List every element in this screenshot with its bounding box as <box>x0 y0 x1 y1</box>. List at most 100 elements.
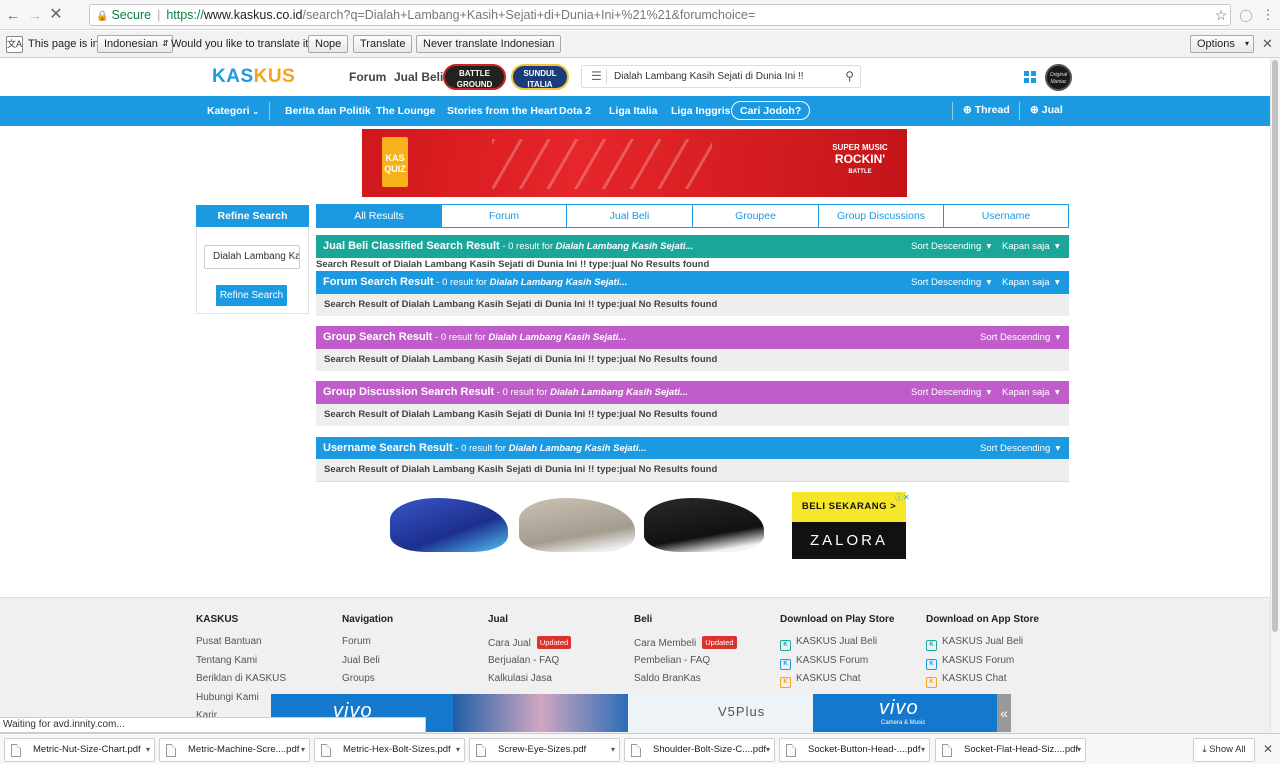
download-item[interactable]: Screw-Eye-Sizes.pdf ▾ <box>469 738 620 762</box>
footer-link[interactable]: K KASKUS Chat <box>780 673 860 688</box>
menu-dots-icon[interactable]: ⋮ <box>1260 7 1276 23</box>
tab-group-discussions[interactable]: Group Discussions <box>818 204 944 228</box>
tab-forum[interactable]: Forum <box>441 204 567 228</box>
group-discussion-result-header: Group Discussion Search Result - 0 resul… <box>316 381 1069 404</box>
footer-link[interactable]: Groups <box>342 673 375 684</box>
nav-liga-italia[interactable]: Liga Italia <box>609 105 657 117</box>
sort-dropdown[interactable]: Sort Descending ▾ <box>980 332 1060 343</box>
refine-search-input[interactable]: Dialah Lambang Kasih Sejati di Dunia Ini… <box>204 245 300 269</box>
collapse-ad-icon[interactable]: « <box>997 694 1011 732</box>
forward-arrow-icon[interactable]: → <box>27 7 43 23</box>
nav-the-lounge[interactable]: The Lounge <box>376 105 436 117</box>
zalora-cta[interactable]: BELI SEKARANG > ZALORA ⓘ✕ <box>792 492 910 559</box>
footer-link[interactable]: Tentang Kami <box>196 655 257 666</box>
back-arrow-icon[interactable]: ← <box>5 7 21 23</box>
sort-dropdown[interactable]: Sort Descending ▾ <box>980 443 1060 454</box>
create-thread-button[interactable]: ⊕ Thread <box>963 104 1010 116</box>
footer-kaskus-title: KASKUS <box>196 614 239 625</box>
tab-all-results[interactable]: All Results <box>316 204 442 228</box>
footer-link[interactable]: K KASKUS Forum <box>780 655 868 670</box>
user-avatar[interactable]: Original Maniac <box>1045 64 1072 91</box>
kasquiz-banner[interactable]: KAS QUIZ SUPER MUSIC ROCKIN' BATTLE <box>362 129 907 197</box>
footer-link[interactable]: Beriklan di KASKUS <box>196 673 286 684</box>
caret-down-icon: ▾ <box>455 745 460 754</box>
tab-jual-beli[interactable]: Jual Beli <box>566 204 693 228</box>
section-query: Dialah Lambang Kasih Sejati... <box>508 443 647 454</box>
download-item[interactable]: Shoulder-Bolt-Size-C....pdf ▾ <box>624 738 775 762</box>
address-bar[interactable]: 🔒 Secure | https://www.kaskus.co.id/search?… <box>89 4 1231 26</box>
refine-search-button[interactable]: Refine Search <box>216 285 287 306</box>
download-item[interactable]: Socket-Flat-Head-Siz....pdf ▾ <box>935 738 1086 762</box>
footer-link[interactable]: K KASKUS Jual Beli <box>780 636 877 651</box>
footer-link[interactable]: Cara Membeli Updated <box>634 636 737 649</box>
nav-berita-politik[interactable]: Berita dan Politik <box>285 105 371 117</box>
time-dropdown[interactable]: Kapan saja ▾ <box>1002 387 1060 398</box>
scrollbar-thumb[interactable] <box>1272 60 1278 632</box>
bookmark-star-icon[interactable]: ☆ <box>1213 7 1229 23</box>
nope-button[interactable]: Nope <box>308 35 349 53</box>
time-dropdown[interactable]: Kapan saja ▾ <box>1002 277 1060 288</box>
download-shelf: Metric-Nut-Size-Chart.pdf ▾ Metric-Machin… <box>0 733 1280 764</box>
caret-down-icon: ▾ <box>145 745 150 754</box>
close-shelf-icon[interactable]: ✕ <box>1263 742 1273 756</box>
header-jual-beli-link[interactable]: Jual Beli <box>394 70 443 84</box>
close-translate-icon[interactable]: ✕ <box>1262 36 1273 52</box>
profile-icon[interactable]: ◯ <box>1238 7 1254 23</box>
show-all-downloads-button[interactable]: ⤓ Show All <box>1193 738 1255 762</box>
section-query: Dialah Lambang Kasih Sejati... <box>489 277 628 288</box>
caret-down-icon: ▾ <box>1076 745 1081 754</box>
footer-link[interactable]: Cara Jual Updated <box>488 636 572 649</box>
footer-link[interactable]: Pusat Bantuan <box>196 636 262 647</box>
stop-loading-icon[interactable]: ✕ <box>48 7 64 23</box>
header-search-input[interactable]: Dialah Lambang Kasih Sejati di Dunia Ini… <box>614 71 804 82</box>
sort-dropdown[interactable]: Sort Descending ▾ <box>911 241 991 252</box>
beli-sekarang-button[interactable]: BELI SEKARANG > <box>792 492 906 522</box>
caret-down-icon: ▾ <box>610 745 615 754</box>
caret-down-icon: ▾ <box>986 387 992 398</box>
footer-link[interactable]: Hubungi Kami <box>196 692 259 703</box>
hamburger-menu-icon[interactable]: ☰ <box>591 70 603 82</box>
search-icon[interactable]: ⚲ <box>845 69 854 83</box>
cari-jodoh-button[interactable]: Cari Jodoh? <box>731 101 811 120</box>
footer-link[interactable]: K KASKUS Jual Beli <box>926 636 1023 651</box>
create-jual-button[interactable]: ⊕ Jual <box>1030 104 1063 116</box>
options-select[interactable]: Options ▾ <box>1190 35 1254 53</box>
footer-link[interactable]: Forum <box>342 636 371 647</box>
caret-down-icon: ▾ <box>765 745 770 754</box>
nav-kategori[interactable]: Kategori ⌄ <box>207 105 259 117</box>
sort-dropdown[interactable]: Sort Descending ▾ <box>911 277 991 288</box>
header-forum-link[interactable]: Forum <box>349 70 386 84</box>
nav-liga-inggris[interactable]: Liga Inggris <box>671 105 731 117</box>
footer-link[interactable]: K KASKUS Forum <box>926 655 1014 670</box>
battleground-badge[interactable]: BATTLE GROUND <box>443 64 506 90</box>
tab-groupee[interactable]: Groupee <box>692 204 819 228</box>
translate-button[interactable]: Translate <box>353 35 413 53</box>
footer-link[interactable]: Saldo BranKas <box>634 673 701 684</box>
footer-link[interactable]: K KASKUS Chat <box>926 673 1006 688</box>
download-item[interactable]: Metric-Hex-Bolt-Sizes.pdf ▾ <box>314 738 465 762</box>
download-item[interactable]: Metric-Nut-Size-Chart.pdf ▾ <box>4 738 155 762</box>
caret-down-icon: ▾ <box>1054 277 1060 288</box>
footer-link[interactable]: Jual Beli <box>342 655 380 666</box>
section-query: Dialah Lambang Kasih Sejati... <box>488 332 627 343</box>
never-translate-button[interactable]: Never translate Indonesian <box>416 35 562 53</box>
language-select[interactable]: Indonesian ⇵ <box>97 35 173 53</box>
translate-prefix: This page is in <box>28 38 99 50</box>
time-dropdown[interactable]: Kapan saja ▾ <box>1002 241 1060 252</box>
footer-link[interactable]: Berjualan - FAQ <box>488 655 559 666</box>
sundul-italia-badge[interactable]: SUNDUL ITALIA <box>511 64 569 90</box>
nav-stories-heart[interactable]: Stories from the Heart <box>447 105 557 117</box>
download-item[interactable]: Socket-Button-Head-....pdf ▾ <box>779 738 930 762</box>
ad-info-icon[interactable]: ⓘ✕ <box>895 492 910 503</box>
download-item[interactable]: Metric-Machine-Scre....pdf ▾ <box>159 738 310 762</box>
tab-username[interactable]: Username <box>943 204 1069 228</box>
kaskus-logo[interactable]: KASKUS <box>212 66 295 88</box>
sort-dropdown[interactable]: Sort Descending ▾ <box>911 387 991 398</box>
apps-grid-icon[interactable] <box>1024 71 1036 83</box>
nav-dota-2[interactable]: Dota 2 <box>559 105 591 117</box>
footer-link[interactable]: Kalkulasi Jasa <box>488 673 552 684</box>
secure-label: Secure <box>111 8 152 22</box>
footer-link[interactable]: Pembelian - FAQ <box>634 655 710 666</box>
header-search-box[interactable]: ☰ Dialah Lambang Kasih Sejati di Dunia I… <box>581 65 861 88</box>
group-result-header: Group Search Result - 0 result for Diala… <box>316 326 1069 349</box>
